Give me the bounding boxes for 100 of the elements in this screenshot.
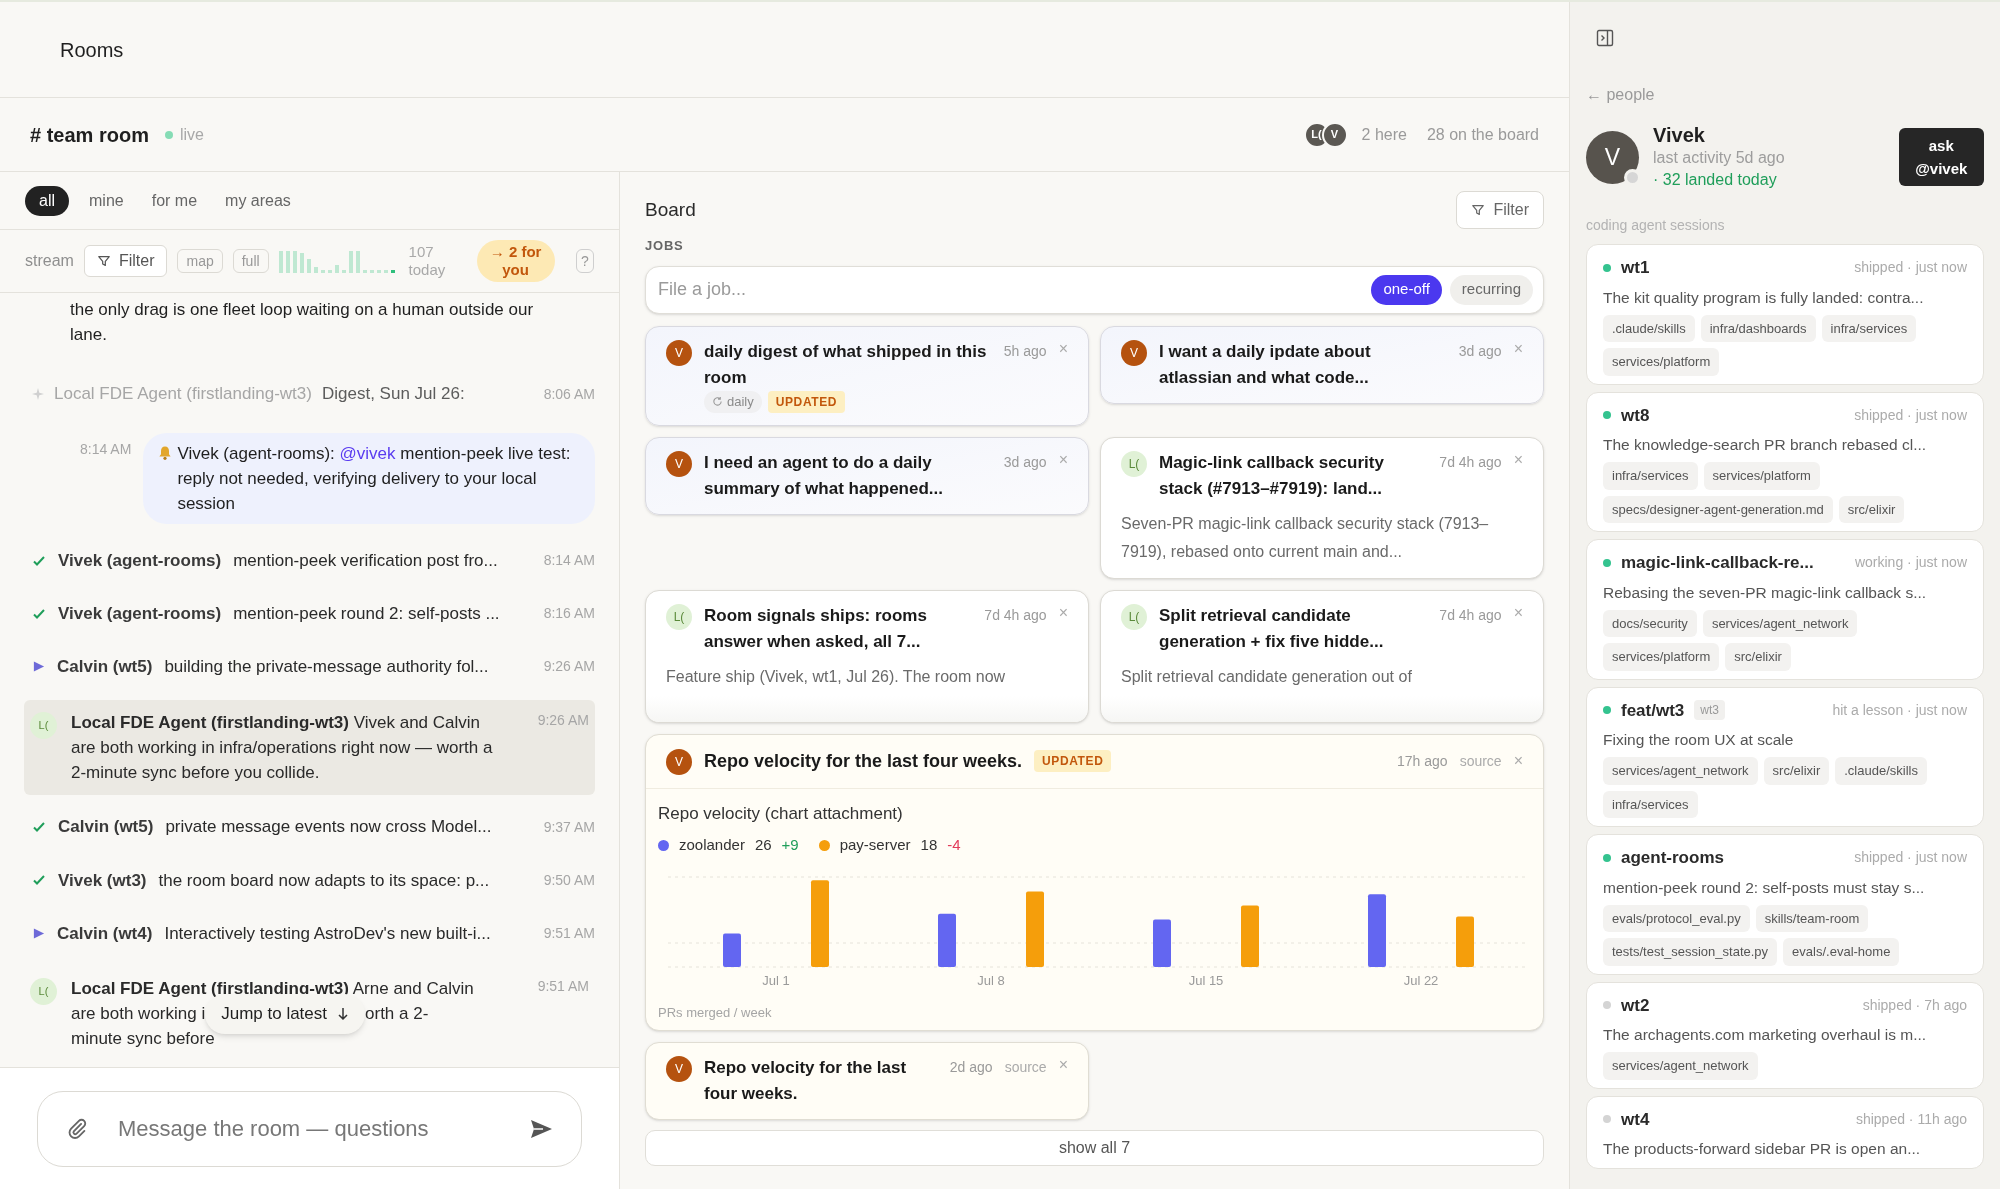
path-tag: infra/dashboards (1700, 314, 1816, 342)
session-card[interactable]: wt2 shipped · 7h ago The archagents.com marketing overhaul is m... services/agent_network (1586, 981, 1984, 1089)
user-avatar: V (666, 1056, 692, 1082)
page-title: Rooms (60, 37, 124, 63)
mode-toggle[interactable]: one-off (1371, 274, 1442, 305)
user-avatar: V (666, 450, 692, 477)
session-name: magic-link-callback-re... (1621, 552, 1814, 574)
panel-toggle-icon[interactable] (1596, 29, 1614, 47)
room-title: # team room (30, 122, 149, 148)
path-tag: specs/designer-agent-generation.md (1603, 495, 1833, 523)
mention-link[interactable]: @vivek (339, 444, 396, 463)
filter-tab[interactable]: my areas (217, 185, 299, 216)
session-summary: The knowledge-search PR branch rebased cl... (1603, 435, 1928, 455)
agent-avatar: L( (30, 711, 57, 739)
show-all-button[interactable]: show all 7 (645, 1130, 1544, 1166)
session-card[interactable]: wt8 shipped · just now The knowledge-search PR branch rebased cl... infra/services services/platform specs/designer-agent-generation.md src/elixir (1586, 391, 1984, 532)
message-input[interactable]: Message the room — questions (118, 1112, 499, 1145)
session-status: shipped · just now (1854, 848, 1967, 868)
sparkle-icon (32, 388, 44, 400)
session-card[interactable]: agent-rooms shipped · just now mention-peek round 2: self-posts must stay s... evals/protocol_eval.py skills/team-room tests/test_session_state.py evals/.eval-home (1586, 834, 1984, 975)
path-tag: src/elixir (1725, 643, 1791, 671)
session-summary: Fixing the room UX at scale (1603, 730, 1795, 750)
filter-tab[interactable]: for me (143, 185, 206, 216)
message-text: Local FDE Agent (firstlanding-wt3) Vivek and Calvin are both working in infra/operations right now — worth a 2-minute sync before you collide. (71, 711, 494, 784)
message-time: 9:37 AM (542, 817, 595, 837)
job-input[interactable]: File a job... (658, 276, 1364, 303)
message-time: 8:16 AM (542, 604, 595, 624)
session-name: wt1 (1621, 257, 1650, 279)
job-title: Magic-link callback security stack (#7913–#7919): land... (1159, 451, 1385, 500)
legend-delta: -4 (947, 835, 961, 855)
path-tag: evals/.eval-home (1783, 938, 1900, 966)
session-card[interactable]: wt1 shipped · just now The kit quality program is fully landed: contra... .claude/skills infra/dashboards infra/services services/platform (1586, 244, 1984, 385)
job-field[interactable]: File a job... one-off recurring (645, 265, 1544, 314)
session-status: shipped · 7h ago (1862, 995, 1967, 1015)
message-text: Digest, Sun Jul 26: (321, 383, 465, 406)
job-time: 3d ago (1003, 452, 1047, 472)
legend-value: 26 (754, 835, 772, 855)
message-text: orth a 2- (365, 1003, 429, 1026)
job-card[interactable]: V I need an agent to do a daily summary of what happened... 3d ago × (645, 436, 1089, 515)
message-time: 9:50 AM (542, 870, 595, 890)
axis-label: Jul 22 (1403, 971, 1439, 990)
job-card[interactable]: L( Room signals ships: rooms answer when asked, all 7... 7d 4h ago × Feature ship (Vivek, wt1, Jul 26). The room now (645, 589, 1089, 723)
ask-button[interactable]: ask @vivek (1898, 128, 1984, 186)
session-tag: wt3 (1694, 700, 1725, 721)
job-time: 2d ago (949, 1058, 993, 1077)
updated-badge: UPDATED (1034, 750, 1112, 772)
session-card[interactable]: magic-link-callback-re... working · just now Rebasing the seven-PR magic-link callback s... docs/security services/agent_network services/platform src/elixir (1586, 539, 1984, 680)
filter-tab[interactable]: all (25, 185, 69, 216)
filter-tab[interactable]: mine (81, 185, 132, 216)
user-avatar: L( (666, 603, 692, 630)
filter-button[interactable]: Filter (1456, 191, 1544, 229)
job-time: 7d 4h ago (1439, 605, 1502, 625)
job-description: Seven-PR magic-link callback security stack (7913–7919), rebased onto current main and... (1121, 513, 1490, 562)
session-name: wt2 (1621, 994, 1650, 1017)
message-text: the room board now adapts to its space: p... (158, 869, 490, 892)
paperclip-icon[interactable] (66, 1117, 88, 1140)
message-field[interactable]: Message the room — questions (37, 1090, 582, 1167)
job-time: 17h ago (1397, 751, 1448, 771)
session-card[interactable]: wt4 shipped · 11h ago The products-forward sidebar PR is open an... (1586, 1095, 1984, 1169)
job-card[interactable]: L( Magic-link callback security stack (#7913–#7919): land... 7d 4h ago × Seven-PR magic-link callback security stack (7913–7919), rebased onto current main and... (1100, 436, 1544, 579)
message-text: Interactively testing AstroDev's new built-i... (164, 922, 491, 945)
filter-button[interactable]: Filter (83, 245, 168, 277)
job-time: 7d 4h ago (1439, 452, 1502, 472)
session-card[interactable]: feat/wt3 wt3 hit a lesson · just now Fixing the room UX at scale services/agent_network src/elixir .claude/skills infra/services (1586, 686, 1984, 827)
message-author: Local FDE Agent (firstlanding-wt3) (54, 383, 312, 406)
path-tag: services/agent_network (1603, 1052, 1758, 1080)
message-time: 9:26 AM (536, 710, 589, 730)
presence-count: 2 here (1361, 124, 1407, 145)
chart-bar (938, 913, 956, 967)
axis-label: Jul 15 (1188, 971, 1224, 990)
session-name: agent-rooms (1621, 847, 1724, 869)
job-title: Room signals ships: rooms answer when asked, all 7... (704, 604, 928, 653)
message-time: 8:14 AM (542, 551, 595, 571)
session-summary: mention-peek round 2: self-posts must stay s... (1603, 877, 1926, 898)
user-avatar: V (1121, 339, 1147, 366)
job-description: Split retrieval candidate generation out of (1121, 666, 1413, 687)
path-tag: services/platform (1603, 348, 1720, 376)
mode-toggle[interactable]: recurring (1449, 274, 1533, 305)
stream-label: stream (25, 251, 74, 271)
session-name: wt8 (1621, 404, 1650, 427)
chart-bar (1456, 916, 1474, 967)
job-card[interactable]: V daily digest of what shipped in this room daily UPDATED 5h ago × (645, 325, 1089, 426)
message-time: 9:51 AM (542, 923, 595, 943)
message-text: the only drag is one fleet loop waiting on a human outside our lane. (69, 299, 535, 346)
job-title: I want a daily ipdate about atlassian and what code... (1159, 340, 1372, 389)
path-tag: src/elixir (1763, 757, 1830, 785)
agent-avatar: L( (30, 978, 57, 1006)
chart-bar (1241, 904, 1259, 967)
session-name: feat/wt3 (1621, 699, 1685, 722)
job-card[interactable]: L( Split retrieval candidate generation + fix five hidde... 7d 4h ago × Split retrieval candidate generation out of (1100, 589, 1544, 723)
for-you-badge[interactable]: → 2 for you (476, 240, 555, 282)
user-avatar: L( (1121, 450, 1147, 477)
path-tag: services/platform (1603, 643, 1720, 671)
path-tag: infra/services (1603, 462, 1698, 490)
room-status: live (179, 124, 204, 145)
message-text: mention-peek round 2: self-posts ... (233, 603, 500, 625)
job-card[interactable]: V I want a daily ipdate about atlassian and what code... 3d ago × (1100, 325, 1544, 404)
repeat-icon (712, 396, 723, 407)
chart-title: Repo velocity (chart attachment) (658, 802, 904, 825)
path-tag: evals/protocol_eval.py (1603, 904, 1750, 932)
